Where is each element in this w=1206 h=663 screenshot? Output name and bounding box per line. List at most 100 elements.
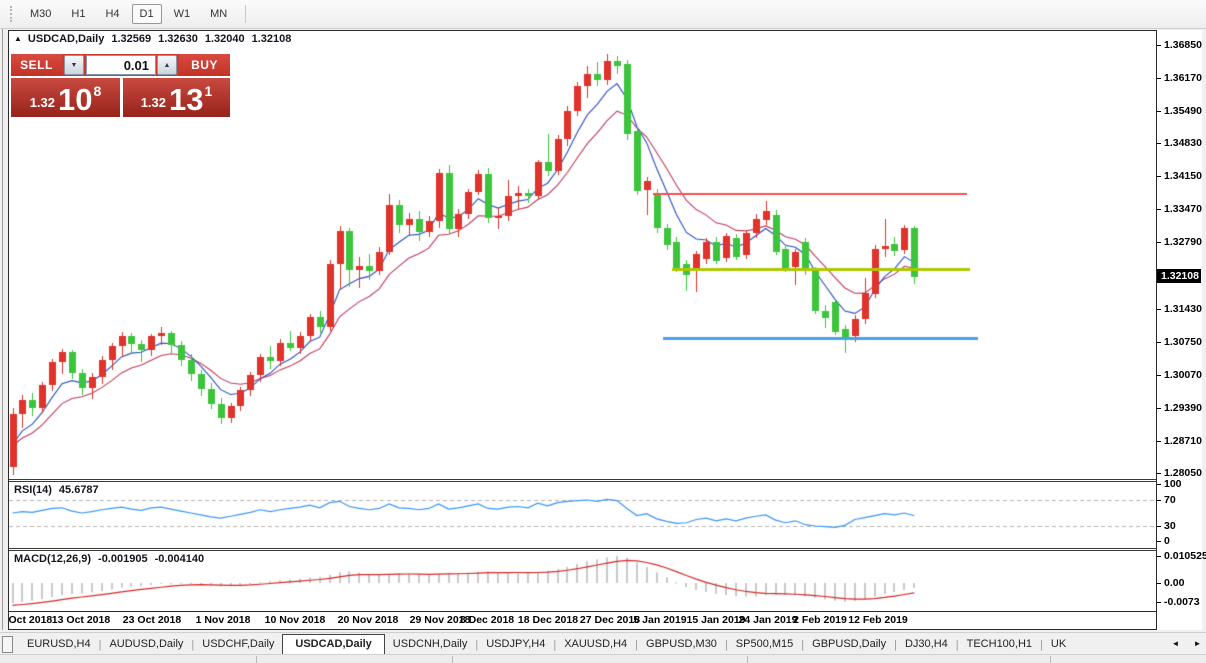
- mt4-terminal: M30 H1 H4 D1 W1 MN ▲ USDCAD,Daily 1.32569 1.3263…: [0, 0, 1206, 663]
- date-axis-label: 18 Dec 2018: [517, 614, 579, 626]
- chart-tabbar: EURUSD,H4 | AUDUSD,Daily | USDCHF,Daily USDCA…: [0, 632, 1206, 654]
- workspace-left-edge: [0, 29, 8, 630]
- date-axis-label: 1 Nov 2018: [195, 614, 251, 626]
- price-axis-label: 70: [1157, 494, 1202, 507]
- date-axis-label: 15 Jan 2019: [686, 614, 746, 626]
- chart-tab-usdcnh-daily[interactable]: USDCNH,Daily: [385, 635, 476, 654]
- date-axis-border: [9, 611, 1156, 612]
- timeframe-button-m30[interactable]: M30: [22, 4, 59, 24]
- volume-input[interactable]: [86, 55, 156, 75]
- buy-price-pips: 13: [169, 82, 204, 117]
- price-axis-label: 0: [1157, 535, 1202, 548]
- buy-price-base: 1.32: [140, 95, 167, 110]
- price-axis[interactable]: 1.36850 1.36170 1.35490 1.34830 1.34150 1.334…: [1157, 30, 1206, 630]
- buy-button[interactable]: BUY: [179, 54, 230, 76]
- timeframe-button-h1[interactable]: H1: [63, 4, 93, 24]
- rsi-name: RSI(14): [14, 484, 52, 496]
- sell-price-point: 8: [93, 83, 102, 99]
- chart-symbol: USDCAD,Daily: [27, 33, 105, 45]
- chart-tab-xauusd-h4[interactable]: XAUUSD,H4: [556, 635, 635, 654]
- chart-tab-gbpusd-m30[interactable]: GBPUSD,M30: [638, 635, 725, 654]
- date-axis-label: 20 Nov 2018: [337, 614, 399, 626]
- price-axis-label: 30: [1157, 520, 1202, 533]
- price-axis-label: 0.00: [1157, 577, 1202, 590]
- timeframe-buttons: M30 H1 H4 D1 W1 MN: [22, 4, 239, 24]
- one-click-trading-panel: SELL ▼ ▲ BUY 1.32108 1.32131: [11, 54, 230, 117]
- timeframe-toolbar: M30 H1 H4 D1 W1 MN: [0, 0, 1206, 29]
- price-axis-label: 1.35490: [1157, 105, 1202, 118]
- bottom-strip-mark: [747, 656, 748, 663]
- tab-scroll-right-icon[interactable]: ►: [1190, 636, 1205, 651]
- price-axis-label: 1.34830: [1157, 137, 1202, 150]
- bottom-strip-mark: [452, 656, 453, 663]
- price-axis-label: 1.28710: [1157, 435, 1202, 448]
- volume-increase-button[interactable]: ▲: [157, 55, 177, 75]
- sell-price-base: 1.32: [29, 95, 56, 110]
- ohlc-open: 1.32569: [111, 33, 152, 45]
- chart-tab-sp500-m15[interactable]: SP500,M15: [728, 635, 801, 654]
- rsi-indicator-canvas[interactable]: [9, 482, 1156, 548]
- date-axis-label: 12 Feb 2019: [848, 614, 908, 626]
- timeframe-button-w1[interactable]: W1: [166, 4, 199, 24]
- chart-tab-usdchf-daily[interactable]: USDCHF,Daily: [194, 635, 282, 654]
- ohlc-low: 1.32040: [204, 33, 245, 45]
- price-axis-label: 1.36170: [1157, 72, 1202, 85]
- arrow-up-icon: ▲: [163, 61, 171, 69]
- pane-splitter-rsi[interactable]: [9, 479, 1156, 482]
- arrow-down-icon: ▼: [70, 61, 78, 69]
- rsi-label: RSI(14) 45.6787: [14, 484, 99, 496]
- chart-tab-gbpusd-daily[interactable]: GBPUSD,Daily: [804, 635, 894, 654]
- tab-list-button[interactable]: [2, 636, 13, 653]
- price-axis-label: 1.36850: [1157, 39, 1202, 52]
- buy-price-button[interactable]: 1.32 13 1: [123, 78, 230, 117]
- sell-button[interactable]: SELL: [11, 54, 62, 76]
- date-axis[interactable]: 4 Oct 201813 Oct 2018 23 Oct 2018 1 Nov 20…: [9, 612, 1156, 629]
- date-axis-label: 13 Oct 2018: [51, 614, 111, 626]
- bottom-strip-mark: [256, 656, 257, 663]
- chart-tab-audusd-daily[interactable]: AUDUSD,Daily: [101, 635, 191, 654]
- price-axis-label: 1.30070: [1157, 369, 1202, 382]
- ohlc-high: 1.32630: [158, 33, 198, 45]
- tab-scroll-left-icon[interactable]: ◄: [1168, 636, 1183, 651]
- timeframe-button-h4[interactable]: H4: [97, 4, 127, 24]
- chart-tab-dj30-h4[interactable]: DJ30,H4: [897, 635, 956, 654]
- chart-window[interactable]: ▲ USDCAD,Daily 1.32569 1.32630 1.32040 1.3210…: [8, 30, 1157, 630]
- pane-splitter-macd[interactable]: [9, 548, 1156, 551]
- volume-decrease-button[interactable]: ▼: [64, 55, 84, 75]
- macd-label: MACD(12,26,9) -0.001905 -0.004140: [14, 553, 204, 565]
- macd-name: MACD(12,26,9): [14, 553, 92, 565]
- date-axis-label: 8 Dec 2018: [459, 614, 515, 626]
- date-axis-label: 23 Oct 2018: [122, 614, 182, 626]
- ohlc-close: 1.32108: [251, 33, 292, 45]
- chart-title: ▲ USDCAD,Daily 1.32569 1.32630 1.32040 1.3210…: [14, 33, 291, 45]
- date-axis-label: 4 Oct 2018: [8, 614, 53, 626]
- price-axis-label: 1.34150: [1157, 170, 1202, 183]
- price-axis-label: 1.33470: [1157, 203, 1202, 216]
- price-axis-label: 100: [1157, 478, 1202, 491]
- sell-price-pips: 10: [58, 82, 93, 117]
- bottom-strip: [0, 654, 1206, 663]
- rsi-value: 45.6787: [58, 484, 99, 496]
- date-axis-label: 2 Feb 2019: [793, 614, 847, 626]
- collapse-arrow-icon[interactable]: ▲: [14, 34, 22, 43]
- price-axis-label: -0.0073: [1157, 596, 1202, 609]
- chart-tab-eurusd-h4[interactable]: EURUSD,H4: [19, 635, 99, 654]
- chart-tab-usdjpy-h4[interactable]: USDJPY,H4: [478, 635, 553, 654]
- chart-tab-uk[interactable]: UK: [1043, 635, 1074, 654]
- date-axis-label: 27 Dec 2018: [579, 614, 641, 626]
- timeframe-button-d1[interactable]: D1: [131, 4, 162, 24]
- macd-signal-value: -0.004140: [154, 553, 205, 565]
- price-axis-label: 0.010525: [1157, 550, 1206, 563]
- chart-tab-tech100-h1[interactable]: TECH100,H1: [959, 635, 1040, 654]
- toolbar-grip-icon[interactable]: [10, 6, 14, 22]
- chart-tab-usdcad-daily[interactable]: USDCAD,Daily: [282, 634, 385, 654]
- buy-price-point: 1: [204, 83, 213, 99]
- price-axis-label: 1.31430: [1157, 303, 1202, 316]
- sell-price-button[interactable]: 1.32 10 8: [11, 78, 120, 117]
- bottom-strip-mark: [1050, 656, 1051, 663]
- price-axis-label: 1.32790: [1157, 236, 1202, 249]
- date-axis-label: 24 Jan 2019: [738, 614, 798, 626]
- date-axis-label: 5 Jan 2019: [633, 614, 687, 626]
- date-axis-label: 10 Nov 2018: [264, 614, 326, 626]
- timeframe-button-mn[interactable]: MN: [202, 4, 235, 24]
